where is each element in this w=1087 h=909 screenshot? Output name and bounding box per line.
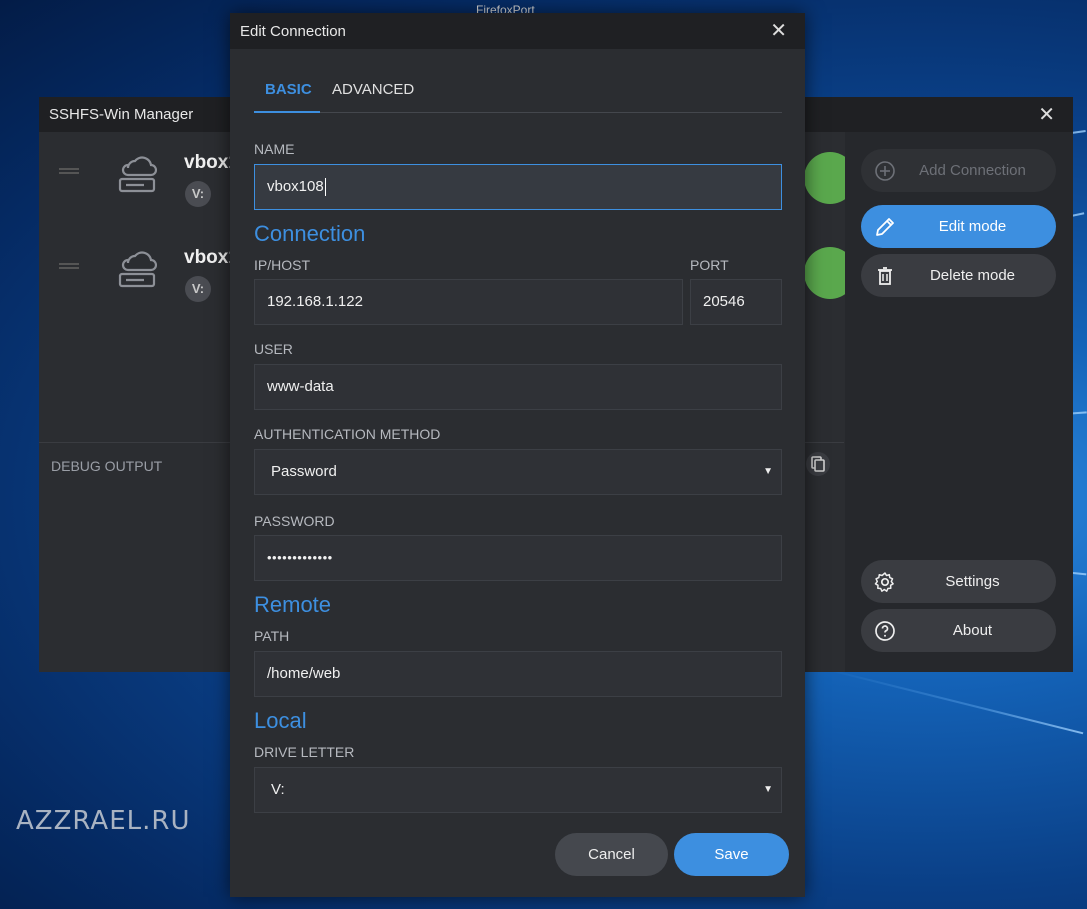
user-label: USER [254,341,293,357]
host-field[interactable]: 192.168.1.122 [254,279,683,325]
save-button[interactable]: Save [674,833,789,876]
auth-method-select[interactable]: Password ▼ [254,449,782,495]
port-field[interactable]: 20546 [690,279,782,325]
dialog-close-icon[interactable]: ✕ [770,18,787,43]
local-heading: Local [254,708,307,733]
auth-method-label: AUTHENTICATION METHOD [254,426,441,442]
name-field[interactable]: vbox108 [254,164,782,210]
path-label: PATH [254,628,290,644]
remote-heading: Remote [254,592,332,617]
dropdown-arrow-icon: ▼ [763,784,773,795]
about-label: About [952,622,993,639]
delete-mode-button[interactable]: Delete mode [861,254,1056,297]
cloud-server-icon [118,156,157,193]
edit-mode-label: Edit mode [938,218,1007,235]
user-field[interactable]: www-data [254,364,782,410]
active-tab-indicator [254,111,320,113]
add-connection-label: Add Connection [919,162,1026,179]
copy-icon [811,456,825,472]
dropdown-arrow-icon: ▼ [763,466,773,477]
connection-heading: Connection [254,221,366,246]
drive-letter-value: V: [271,781,285,798]
password-label: PASSWORD [254,513,335,529]
cancel-button[interactable]: Cancel [555,833,668,876]
manager-close-icon[interactable]: ✕ [1038,102,1055,127]
delete-mode-label: Delete mode [929,267,1016,284]
edit-mode-button[interactable]: Edit mode [861,205,1056,248]
copy-debug-button[interactable] [806,452,830,476]
drive-badge: V: [185,276,211,302]
text-caret [324,178,326,197]
path-field[interactable]: /home/web [254,651,782,697]
name-value: vbox108 [267,178,324,195]
port-label: PORT [690,257,729,273]
add-connection-button[interactable]: Add Connection [861,149,1056,192]
cloud-server-icon [118,251,157,288]
password-field[interactable]: ••••••••••••• [254,535,782,581]
name-label: NAME [254,141,295,157]
watermark: AZZRAEL.RU [16,806,191,836]
manager-sidebar: Add Connection Edit mode Delete mode Set… [845,132,1073,672]
drag-handle-icon[interactable] [59,263,79,269]
drag-handle-icon[interactable] [59,168,79,174]
settings-label: Settings [945,573,1000,590]
settings-button[interactable]: Settings [861,560,1056,603]
drive-letter-label: DRIVE LETTER [254,744,355,760]
dialog-titlebar: Edit Connection ✕ [230,13,805,49]
auth-method-value: Password [271,463,337,480]
about-button[interactable]: About [861,609,1056,652]
edit-connection-dialog: Edit Connection ✕ BASIC ADVANCED NAME vb… [230,13,805,897]
dialog-title: Edit Connection [240,23,346,40]
tab-bar: BASIC ADVANCED [254,49,782,113]
drive-badge: V: [185,181,211,207]
debug-output-label: DEBUG OUTPUT [51,458,163,474]
manager-title: SSHFS-Win Manager [49,106,194,123]
tab-advanced[interactable]: ADVANCED [332,81,414,98]
drive-letter-select[interactable]: V: ▼ [254,767,782,813]
tab-basic[interactable]: BASIC [265,81,312,98]
host-label: IP/HOST [254,257,311,273]
